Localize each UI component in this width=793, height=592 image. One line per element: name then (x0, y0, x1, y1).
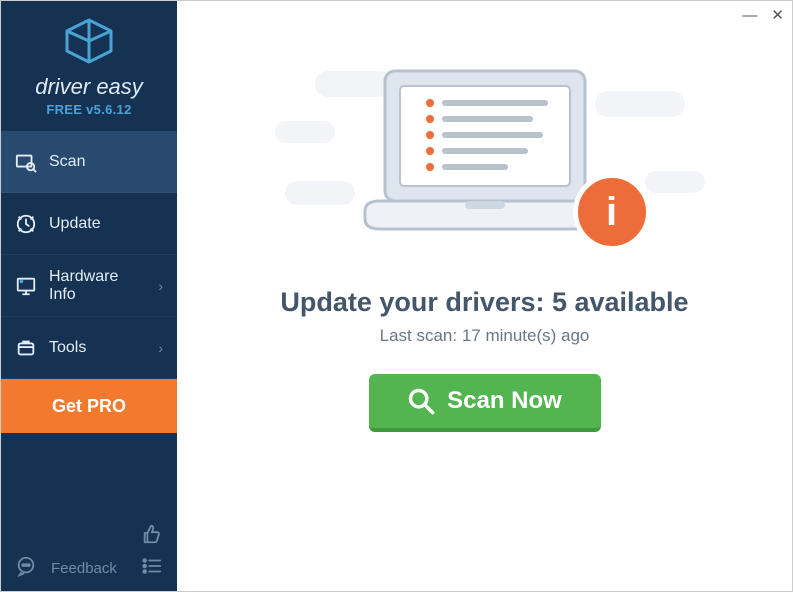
sidebar: driver easy FREE v5.6.12 Scan Update (1, 1, 177, 591)
sidebar-item-label: Scan (49, 153, 85, 171)
sidebar-item-label: Update (49, 215, 101, 233)
info-badge-icon: i (573, 173, 651, 251)
last-scan-text: Last scan: 17 minute(s) ago (380, 326, 590, 346)
feedback-icon[interactable] (15, 555, 37, 577)
chevron-right-icon: › (158, 278, 163, 294)
sidebar-item-scan[interactable]: Scan (1, 131, 177, 193)
illustration: i (325, 61, 645, 261)
main-content: — ✕ i Update your dri (177, 1, 792, 591)
sidebar-item-label: Tools (49, 339, 86, 357)
chevron-right-icon: › (158, 340, 163, 356)
get-pro-button[interactable]: Get PRO (1, 379, 177, 433)
brand: driver easy FREE v5.6.12 (1, 1, 177, 127)
feedback-label[interactable]: Feedback (51, 560, 117, 577)
titlebar: — ✕ (353, 1, 792, 29)
sidebar-item-hardware-info[interactable]: Hardware Info › (1, 255, 177, 317)
scan-now-button[interactable]: Scan Now (369, 374, 601, 432)
scan-icon (15, 151, 37, 173)
headline: Update your drivers: 5 available (280, 287, 688, 318)
thumbs-up-icon[interactable] (141, 523, 163, 545)
close-button[interactable]: ✕ (771, 8, 784, 23)
list-icon[interactable] (141, 555, 163, 577)
scan-now-label: Scan Now (447, 387, 562, 415)
hardware-info-icon (15, 275, 37, 297)
brand-name: driver easy (1, 74, 177, 100)
minimize-button[interactable]: — (742, 8, 757, 23)
logo-icon (61, 17, 117, 65)
tools-icon (15, 337, 37, 359)
sidebar-item-label: Hardware Info (49, 268, 146, 304)
sidebar-item-update[interactable]: Update (1, 193, 177, 255)
sidebar-footer: Feedback (1, 513, 177, 591)
update-icon (15, 213, 37, 235)
brand-version: FREE v5.6.12 (1, 102, 177, 117)
sidebar-item-tools[interactable]: Tools › (1, 317, 177, 379)
get-pro-label: Get PRO (52, 396, 126, 417)
nav: Scan Update Hardware Info › (1, 131, 177, 433)
search-icon (407, 387, 435, 415)
